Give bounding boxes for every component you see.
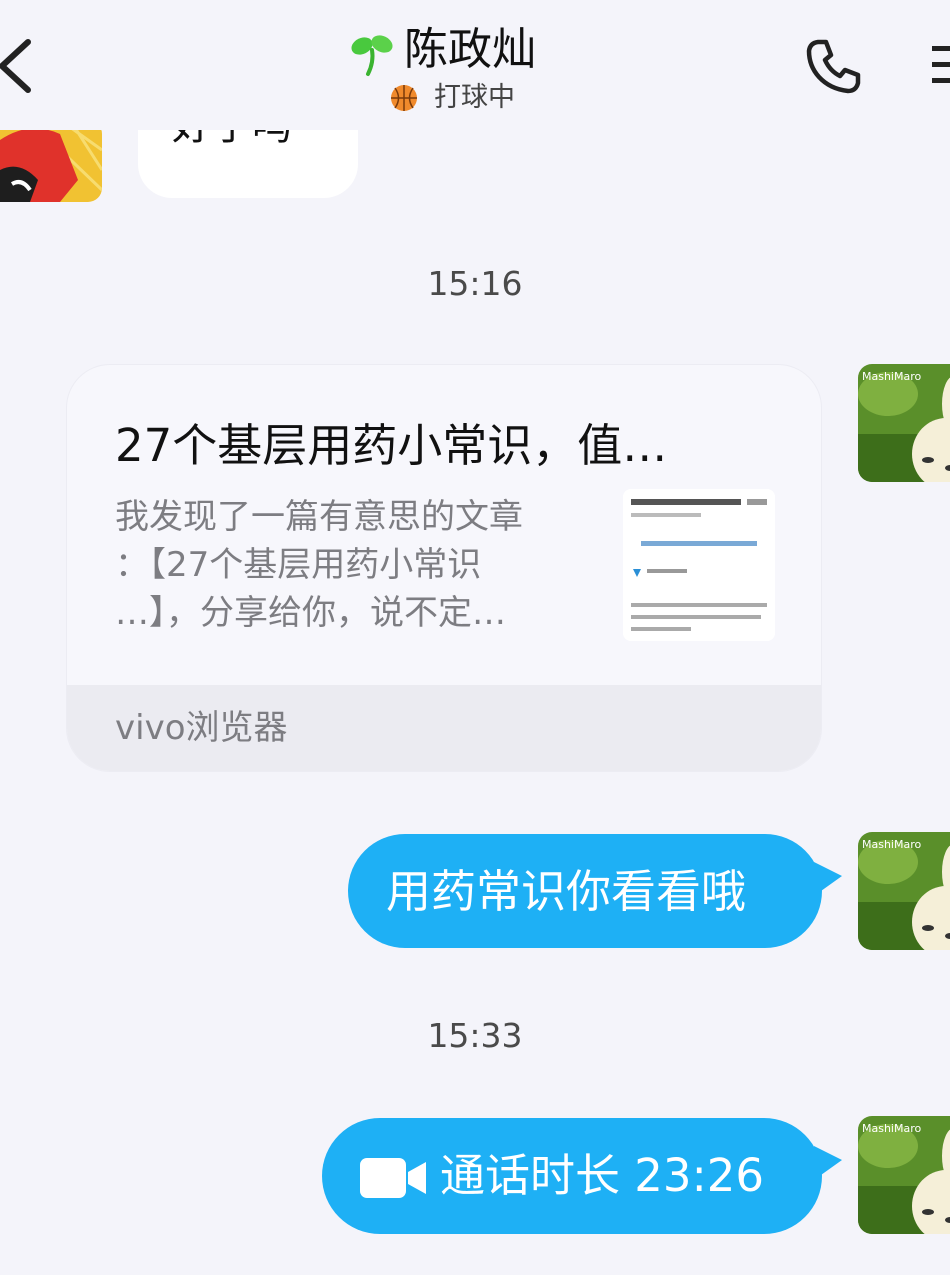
avatar-label: MashiMaro [862,370,922,383]
link-card-footer: vivo浏览器 [67,685,821,771]
basketball-icon [391,85,417,111]
chevron-left-icon[interactable] [0,36,34,96]
sent-message-text: 用药常识你看看哦 [386,865,747,918]
timestamp: 15:33 [427,1016,523,1055]
call-record-bubble[interactable]: 通话时长 23:26 [322,1118,822,1234]
my-avatar-image: MashiMaro [858,364,950,482]
avatar-label: MashiMaro [862,1122,922,1135]
status-text: 打球中 [434,82,515,113]
bubble-tail [814,1146,842,1180]
sprout-icon [351,35,393,76]
phone-icon[interactable] [804,36,864,96]
video-camera-icon [360,1158,426,1198]
timestamp: 15:16 [427,264,523,303]
link-card-description-line: 我发现了一篇有意思的文章 [115,497,523,537]
shared-link-card[interactable]: 27个基层用药小常识，值… 我发现了一篇有意思的文章 ：【27个基层用药小常识 … [66,364,822,772]
contact-avatar-image [0,120,102,202]
link-card-source: vivo浏览器 [115,708,288,748]
my-avatar[interactable]: MashiMaro [858,1116,950,1234]
my-avatar-image: MashiMaro [858,832,950,950]
contact-status: 打球中 [390,80,515,116]
bubble-tail [814,862,842,896]
link-card-description: 我发现了一篇有意思的文章 ：【27个基层用药小常识 …】，分享给你，说不定… [115,493,595,637]
sent-message-bubble[interactable]: 用药常识你看看哦 [348,834,822,948]
avatar-label: MashiMaro [862,838,922,851]
link-card-description-line: …】，分享给你，说不定… [115,593,506,633]
link-card-description-line: ：【27个基层用药小常识 [115,545,482,585]
link-card-thumbnail [623,489,775,641]
contact-name[interactable]: 陈政灿 [404,22,536,78]
menu-icon[interactable] [928,42,950,86]
call-duration-text: 通话时长 23:26 [440,1149,764,1202]
my-avatar[interactable]: MashiMaro [858,364,950,482]
contact-avatar[interactable] [0,120,102,202]
chat-header: 陈政灿 打球中 [0,0,950,130]
my-avatar-image: MashiMaro [858,1116,950,1234]
link-card-title: 27个基层用药小常识，值… [115,419,668,472]
my-avatar[interactable]: MashiMaro [858,832,950,950]
